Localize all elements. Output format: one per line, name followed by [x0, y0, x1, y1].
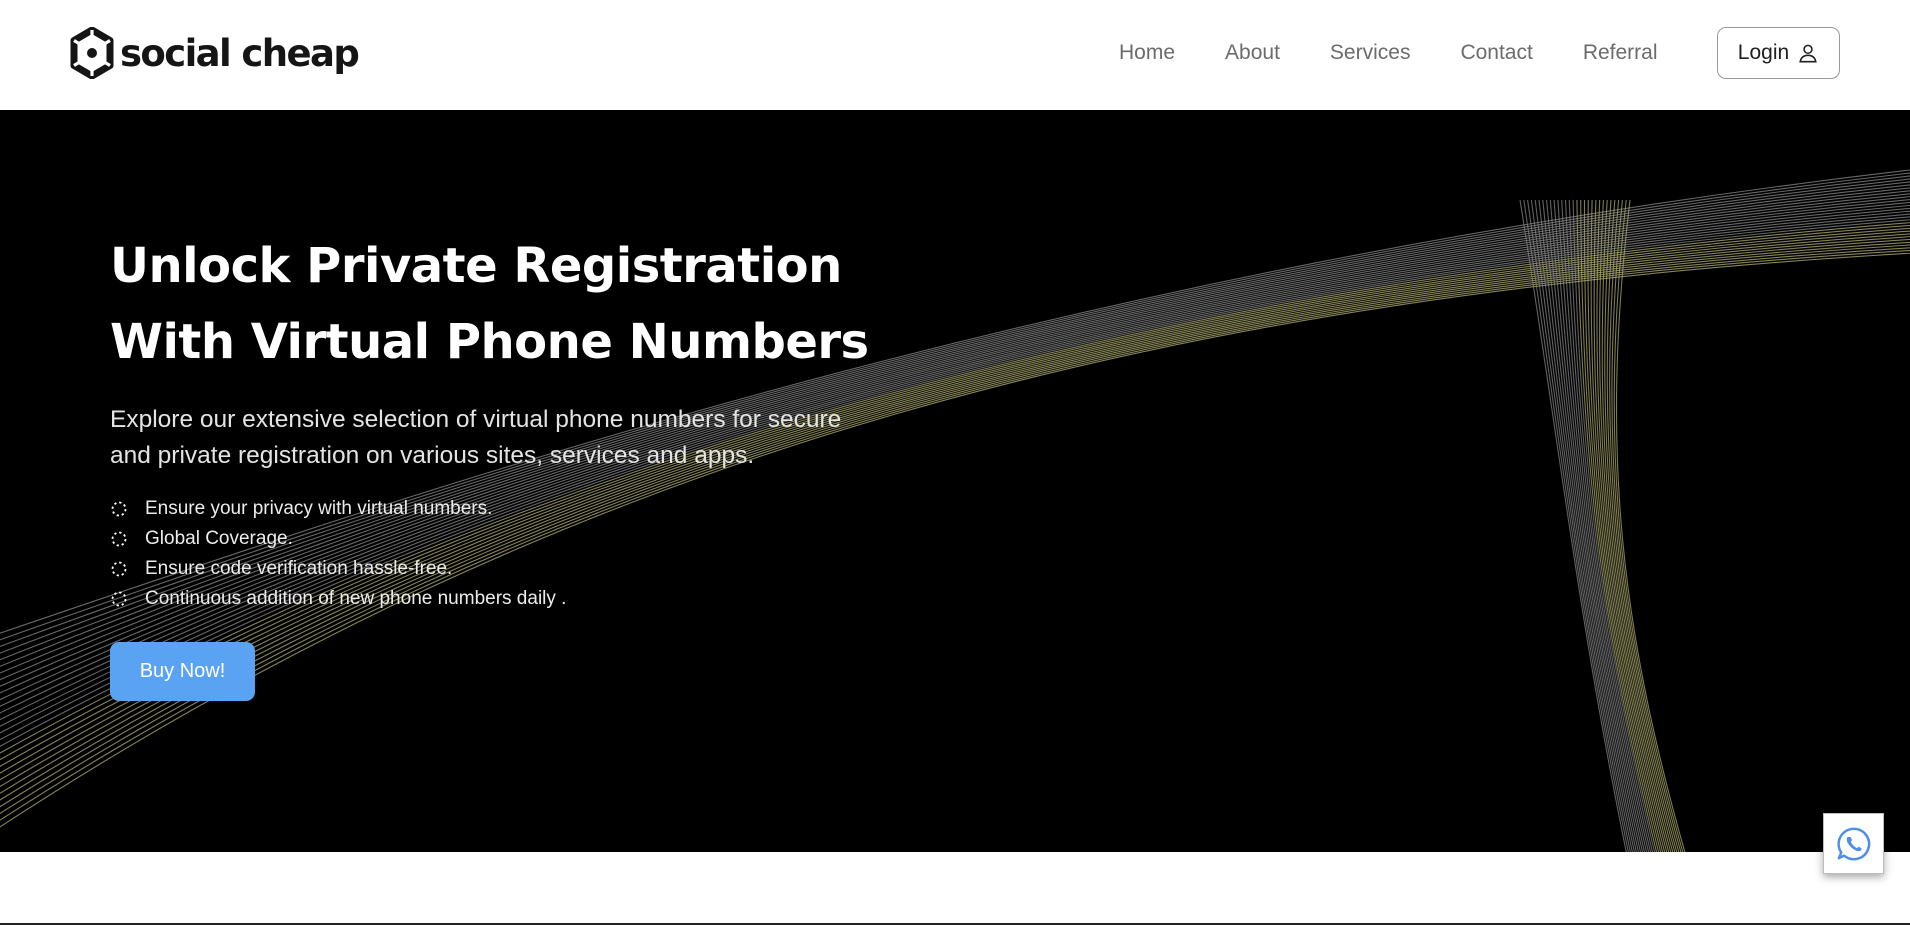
- hero-title-line-2: With Virtual Phone Numbers: [110, 314, 869, 370]
- feature-list: Ensure your privacy with virtual numbers…: [110, 494, 870, 614]
- hero-title: Unlock Private Registration With Virtual…: [110, 228, 870, 380]
- logo-icon: [70, 27, 114, 79]
- page: social cheap Home About Services Contact…: [0, 0, 1910, 925]
- nav-referral[interactable]: Referral: [1583, 41, 1658, 65]
- whatsapp-button[interactable]: [1823, 813, 1884, 874]
- site-header: social cheap Home About Services Contact…: [0, 0, 1910, 110]
- hero-subtitle: Explore our extensive selection of virtu…: [110, 402, 850, 474]
- logo[interactable]: social cheap: [68, 26, 360, 80]
- buy-now-button[interactable]: Buy Now!: [110, 642, 255, 701]
- logo-text: social cheap: [120, 31, 360, 75]
- hero-content: Unlock Private Registration With Virtual…: [110, 228, 870, 614]
- feature-text: Global Coverage.: [145, 528, 293, 549]
- hero-section: Unlock Private Registration With Virtual…: [0, 110, 1910, 852]
- whatsapp-icon: [1836, 827, 1870, 860]
- login-label: Login: [1737, 41, 1790, 64]
- dashed-circle-icon: [111, 591, 127, 607]
- nav-contact[interactable]: Contact: [1460, 41, 1532, 65]
- feature-item: Ensure code verification hassle-free.: [110, 554, 870, 584]
- feature-item: Continuous addition of new phone numbers…: [110, 584, 870, 614]
- dashed-circle-icon: [111, 561, 127, 577]
- login-button[interactable]: Login: [1717, 27, 1840, 79]
- user-icon: [1799, 44, 1817, 63]
- main-nav: Home About Services Contact Referral: [1119, 38, 1708, 68]
- feature-item: Global Coverage.: [110, 524, 870, 554]
- hero-subtitle-line-1: Explore our extensive selection of virtu…: [110, 406, 842, 433]
- feature-item: Ensure your privacy with virtual numbers…: [110, 494, 870, 524]
- nav-services[interactable]: Services: [1330, 41, 1411, 65]
- nav-about[interactable]: About: [1225, 41, 1280, 65]
- feature-text: Ensure code verification hassle-free.: [145, 558, 453, 579]
- wave-line: [1557, 199, 1648, 852]
- hero-subtitle-line-2: and private registration on various site…: [110, 442, 755, 469]
- hero-title-line-1: Unlock Private Registration: [110, 238, 842, 294]
- dashed-circle-icon: [111, 501, 127, 517]
- dashed-circle-icon: [111, 531, 127, 547]
- nav-home[interactable]: Home: [1119, 41, 1175, 65]
- feature-text: Continuous addition of new phone numbers…: [145, 588, 567, 609]
- feature-text: Ensure your privacy with virtual numbers…: [145, 498, 493, 519]
